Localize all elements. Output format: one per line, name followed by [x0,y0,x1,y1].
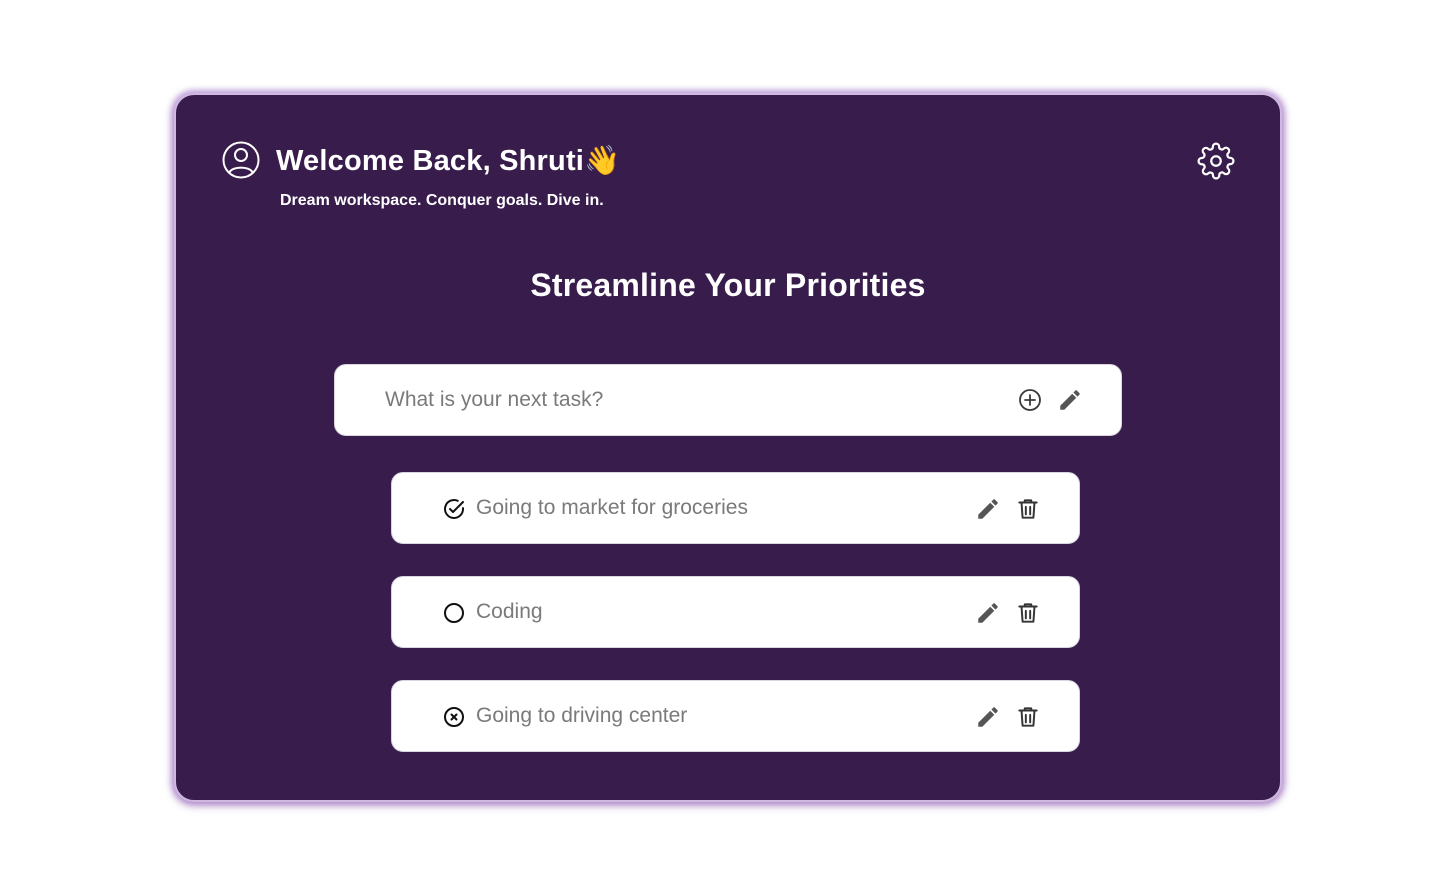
circle-icon[interactable] [442,601,466,625]
welcome-subtitle: Dream workspace. Conquer goals. Dive in. [280,192,604,209]
edit-pencil-icon[interactable] [975,496,1001,522]
task-label: Going to driving center [476,704,688,727]
main-card: Welcome Back, Shruti👋 Dream workspace. C… [174,93,1282,802]
task-label: Going to market for groceries [476,496,748,519]
user-avatar-icon[interactable] [221,140,261,180]
page-heading: Streamline Your Priorities [530,267,926,303]
task-label: Coding [476,600,543,623]
add-task-plus-circle-icon[interactable] [1017,387,1043,413]
edit-pencil-icon[interactable] [975,600,1001,626]
edit-pencil-icon[interactable] [975,704,1001,730]
check-circle-icon[interactable] [442,497,466,521]
task-item: Going to driving center [391,680,1080,752]
task-item: Going to market for groceries [391,472,1080,544]
task-item: Coding [391,576,1080,648]
delete-trash-icon[interactable] [1015,600,1041,626]
delete-trash-icon[interactable] [1015,704,1041,730]
delete-trash-icon[interactable] [1015,496,1041,522]
input-edit-pencil-icon[interactable] [1057,387,1083,413]
new-task-box [334,364,1122,436]
welcome-title: Welcome Back, Shruti👋 [276,145,621,177]
x-circle-icon[interactable] [442,705,466,729]
new-task-input[interactable] [385,381,985,419]
settings-gear-icon[interactable] [1197,142,1235,180]
